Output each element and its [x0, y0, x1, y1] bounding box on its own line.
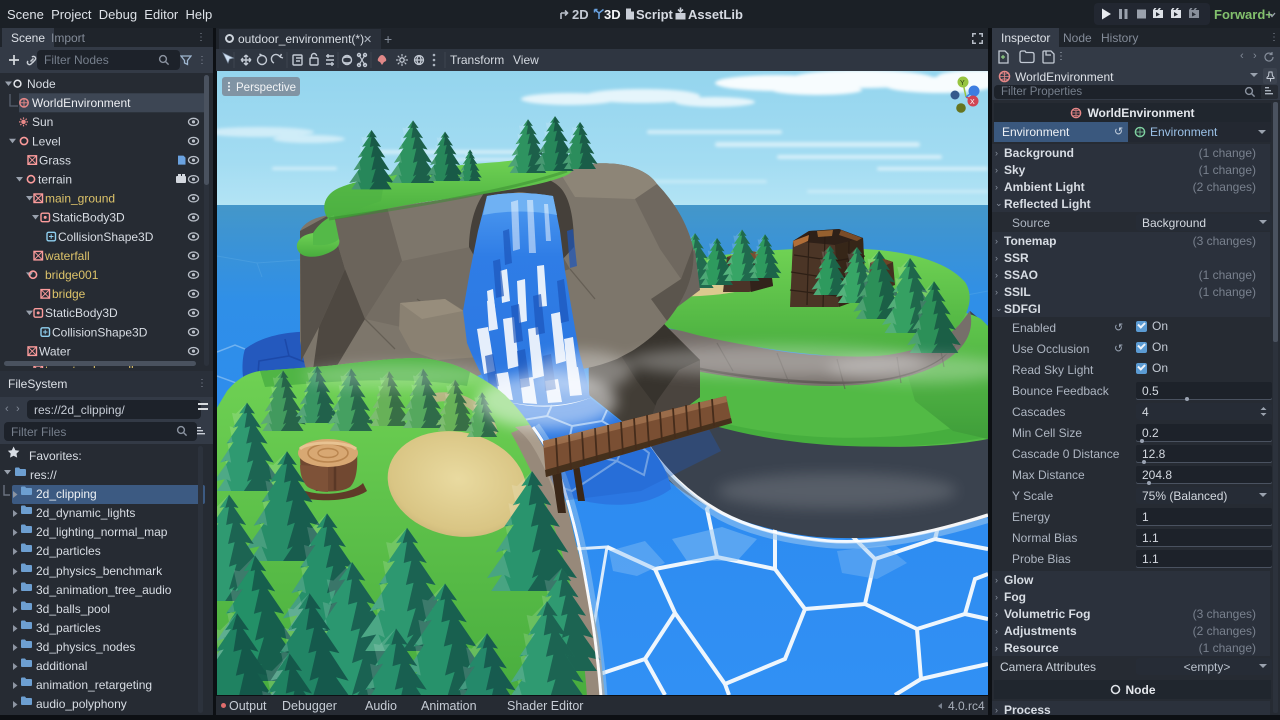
svg-text:3d_physics_nodes: 3d_physics_nodes: [36, 640, 135, 654]
svg-text:waterfall: waterfall: [44, 249, 90, 263]
svg-text:2d_clipping: 2d_clipping: [36, 487, 97, 501]
svg-text:main_ground: main_ground: [45, 192, 115, 206]
svg-text:3d_balls_pool: 3d_balls_pool: [36, 602, 110, 616]
svg-text:X: X: [970, 99, 975, 106]
svg-text:2d_lighting_normal_map: 2d_lighting_normal_map: [36, 525, 168, 539]
svg-text:Perspective: Perspective: [236, 82, 296, 94]
svg-text:res://: res://: [30, 468, 57, 482]
svg-text:StaticBody3D: StaticBody3D: [52, 211, 125, 225]
svg-text:bridge001: bridge001: [45, 268, 99, 282]
svg-text:animation_retargeting: animation_retargeting: [36, 678, 152, 692]
svg-text:WorldEnvironment: WorldEnvironment: [32, 96, 131, 110]
svg-text:Level: Level: [32, 134, 61, 148]
svg-text:audio_polyphony: audio_polyphony: [36, 697, 127, 711]
svg-text:CollisionShape3D: CollisionShape3D: [52, 325, 148, 339]
svg-text:StaticBody3D: StaticBody3D: [45, 306, 118, 320]
svg-text:Favorites:: Favorites:: [29, 449, 82, 463]
svg-text:3d_particles: 3d_particles: [36, 621, 101, 635]
svg-text:2d_particles: 2d_particles: [36, 544, 101, 558]
svg-text:terrain: terrain: [38, 173, 72, 187]
svg-text:CollisionShape3D: CollisionShape3D: [58, 230, 154, 244]
svg-text:additional: additional: [36, 659, 87, 673]
svg-text:3d_animation_tree_audio: 3d_animation_tree_audio: [36, 583, 172, 597]
svg-text:View: View: [513, 53, 539, 67]
svg-text:Grass: Grass: [39, 153, 71, 167]
svg-text:Water: Water: [39, 344, 71, 358]
svg-text:Transform: Transform: [450, 53, 504, 67]
svg-text:Node: Node: [27, 77, 56, 91]
svg-text:2d_dynamic_lights: 2d_dynamic_lights: [36, 506, 135, 520]
svg-text:bridge: bridge: [52, 287, 86, 301]
svg-text:Sun: Sun: [32, 115, 53, 129]
svg-text:Y: Y: [960, 80, 965, 87]
svg-text:2d_physics_benchmark: 2d_physics_benchmark: [36, 564, 163, 578]
